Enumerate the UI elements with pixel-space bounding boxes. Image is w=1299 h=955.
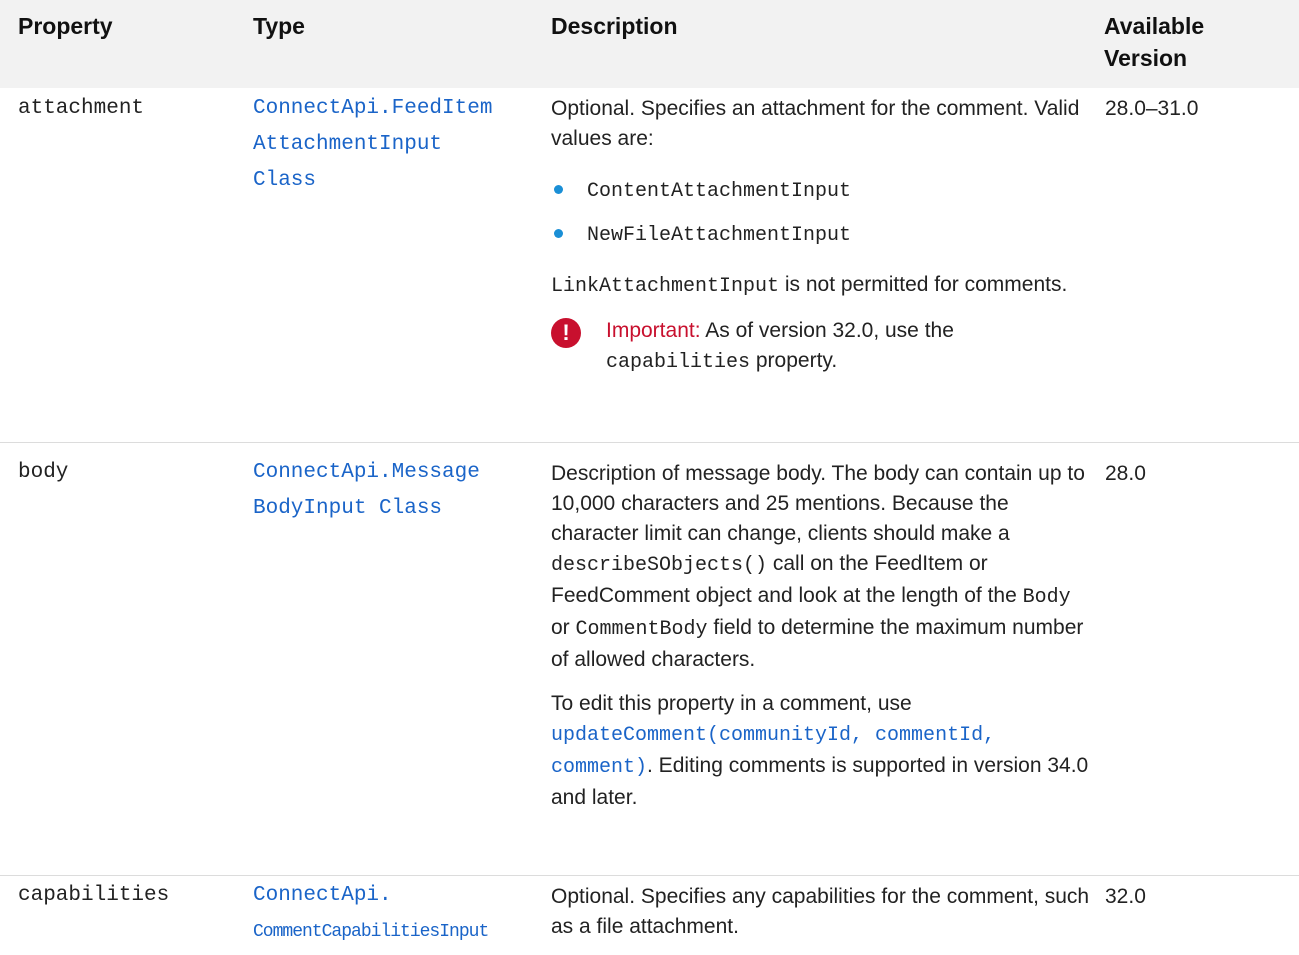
table-row: attachment ConnectApi.FeedItem Attachmen… <box>0 88 1299 442</box>
list-item: ContentAttachmentInput <box>551 168 1091 212</box>
available-version: 28.0 <box>1105 462 1146 485</box>
list-item: NewFileAttachmentInput <box>551 212 1091 256</box>
type-link[interactable]: ConnectApi.FeedItem AttachmentInput Clas… <box>253 91 492 199</box>
type-link[interactable]: ConnectApi. CommentCapabilitiesInput <box>253 878 489 950</box>
header-available-version: Available Version <box>1104 13 1205 71</box>
type-link[interactable]: ConnectApi.Message BodyInput Class <box>253 455 480 527</box>
bullet-icon <box>554 229 563 238</box>
available-version: 28.0–31.0 <box>1105 97 1199 120</box>
header-description: Description <box>551 13 678 39</box>
header-type: Type <box>253 13 305 39</box>
property-name: capabilities <box>18 884 170 907</box>
table-row: capabilities ConnectApi. CommentCapabili… <box>0 876 1299 955</box>
description: Description of message body. The body ca… <box>551 462 1089 809</box>
valid-values-list: ContentAttachmentInput NewFileAttachment… <box>551 168 1091 256</box>
header-property: Property <box>18 13 113 39</box>
important-icon: ! <box>551 318 581 348</box>
table-row: body ConnectApi.Message BodyInput Class … <box>0 443 1299 875</box>
table-header: Property Type Description Available Vers… <box>0 0 1299 88</box>
property-name: body <box>18 461 69 484</box>
important-note: ! Important: As of version 32.0, use the… <box>551 316 1091 378</box>
description: Optional. Specifies an attachment for th… <box>551 94 1091 378</box>
description: Optional. Specifies any capabilities for… <box>551 885 1090 938</box>
bullet-icon <box>554 185 563 194</box>
available-version: 32.0 <box>1105 885 1146 908</box>
property-name: attachment <box>18 97 145 120</box>
